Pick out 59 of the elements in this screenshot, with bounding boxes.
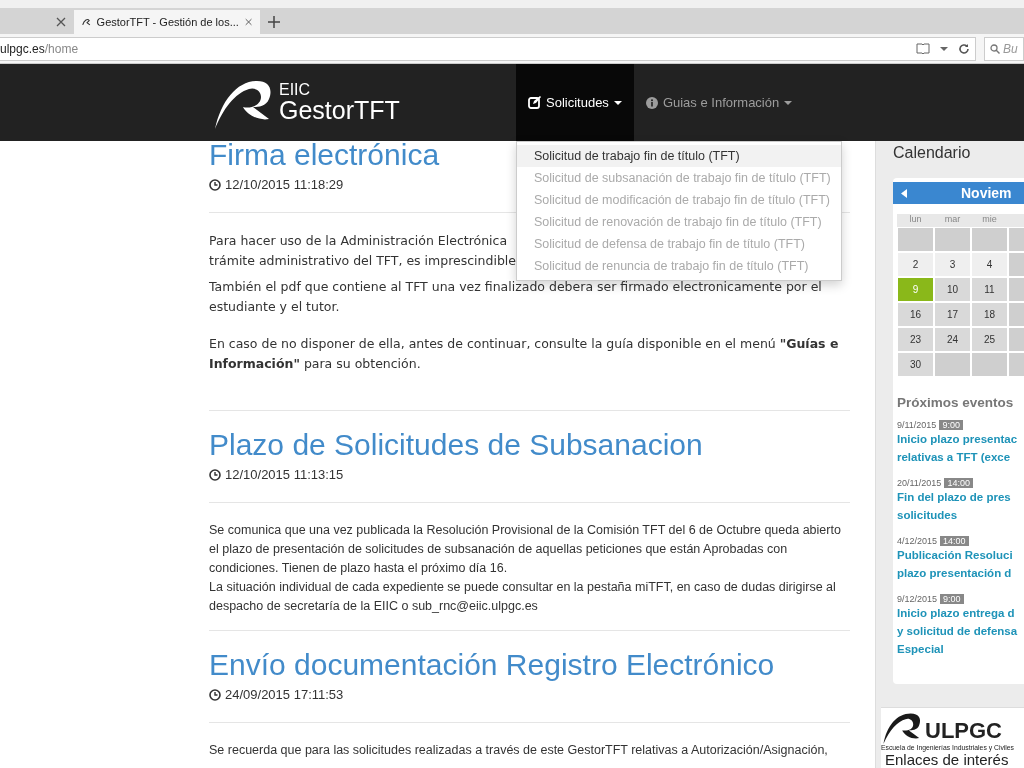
calendar-day[interactable]: 11: [971, 277, 1008, 302]
school-name: ULPGC: [925, 718, 1002, 744]
edit-icon: [528, 96, 541, 109]
nav-menu-item[interactable]: Guias e Información: [633, 64, 805, 141]
post-title[interactable]: Envío documentación Registro Electrónico: [209, 651, 850, 679]
plus-icon: [268, 16, 280, 28]
post-paragraph: En caso de no disponer de ella, antes de continuar, consulte la guía disponible en el menú "Guías e Información" para su obtención.: [209, 335, 840, 373]
event-time: 9:00: [939, 420, 963, 430]
event-date: 20/11/2015: [897, 478, 942, 488]
links-title: Enlaces de interés: [885, 751, 1010, 768]
browser-tab[interactable]: GestorTFT - Gestión de los...: [74, 10, 260, 34]
address-bar[interactable]: ulpgc.es/home: [0, 36, 976, 61]
event-time: 9:00: [940, 594, 964, 604]
info-icon: [645, 96, 658, 109]
weekday-label: mar: [934, 214, 971, 227]
event-date: 9/12/2015: [897, 594, 938, 604]
search-icon: [990, 43, 1000, 54]
calendar-title: Calendario: [893, 144, 972, 162]
calendar-day[interactable]: 4: [971, 252, 1008, 277]
post-paragraph: Se comunica que una vez publicada la Resolución Provisional de la Comisión TFT del 6 de Octubre queda abierto el plazo de presentación de solicitudes de subsanación de aquellas peticiones que están Aprobadas con condiciones. Tienen de plazo hasta el próximo día 16. La situación individual de cada expediente se puede consultar en la pestaña miTFT, en caso de dudas dirigirse al despacho de secretaría de la EIIC o sub_rnc@eiic.ulpgc.es: [209, 522, 842, 615]
post-date: 24/09/2015 17:11:53: [225, 687, 344, 702]
calendar-day[interactable]: 23: [897, 327, 934, 352]
post-paragraph: También el pdf que contiene al TFT una vez finalizado debera ser firmado electronicamente por el estudiante y el tutor.: [209, 278, 823, 316]
site-icon: [82, 17, 91, 27]
left-triangle-icon: [901, 188, 907, 198]
nav-menu-item[interactable]: Solicitudes: [516, 64, 634, 141]
close-icon[interactable]: [244, 17, 252, 27]
post-date: 12/10/2015 11:13:15: [225, 467, 344, 482]
weekday-label: lun: [897, 214, 934, 227]
menu-item[interactable]: Solicitud de trabajo fin de título (TFT): [517, 145, 841, 167]
event-date: 9/11/2015: [897, 420, 937, 430]
month-title: Noviem: [961, 185, 1012, 201]
clock-icon: [209, 688, 221, 701]
event-link[interactable]: Inicio plazo presentac relativas a TFT (exce: [897, 430, 1024, 466]
event-time: 14:00: [940, 536, 969, 546]
calendar-day[interactable]: 30: [897, 352, 934, 377]
calendar-day[interactable]: 17: [934, 302, 971, 327]
calendar-day[interactable]: 3: [934, 252, 971, 277]
event-time: 14:00: [944, 478, 973, 488]
close-icon[interactable]: [56, 17, 66, 27]
post-title[interactable]: Plazo de Solicitudes de Subsanacion: [209, 431, 850, 459]
post-paragraph: Para hacer uso de la Administración Electrónica trámite administrativo del TFT, es imprescindible: [209, 232, 517, 270]
clock-icon: [209, 178, 221, 191]
calendar-day[interactable]: 18: [971, 302, 1008, 327]
calendar-day[interactable]: 2: [897, 252, 934, 277]
clock-icon: [209, 468, 221, 481]
event-link[interactable]: Inicio plazo entrega d y solicitud de defensa Especial: [897, 604, 1024, 658]
site-logo[interactable]: EIIC GestorTFT: [213, 64, 516, 141]
event-date: 4/12/2015: [897, 536, 938, 546]
post-paragraph: Se recuerda que para las solicitudes realizadas a través de este GestorTFT relativas a Autorización/Asignación,: [209, 742, 829, 759]
events-title: Próximos eventos: [897, 395, 1015, 410]
weekday-label: mie: [971, 214, 1008, 227]
event-link[interactable]: Publicación Resoluci plazo presentación d: [897, 546, 1024, 582]
calendar-day[interactable]: 24: [934, 327, 971, 352]
calendar-day[interactable]: 10: [934, 277, 971, 302]
calendar-day[interactable]: 25: [971, 327, 1008, 352]
event-link[interactable]: Fin del plazo de pres solicitudes: [897, 488, 1024, 524]
calendar-day[interactable]: 16: [897, 302, 934, 327]
post-date: 12/10/2015 11:18:29: [225, 177, 344, 192]
